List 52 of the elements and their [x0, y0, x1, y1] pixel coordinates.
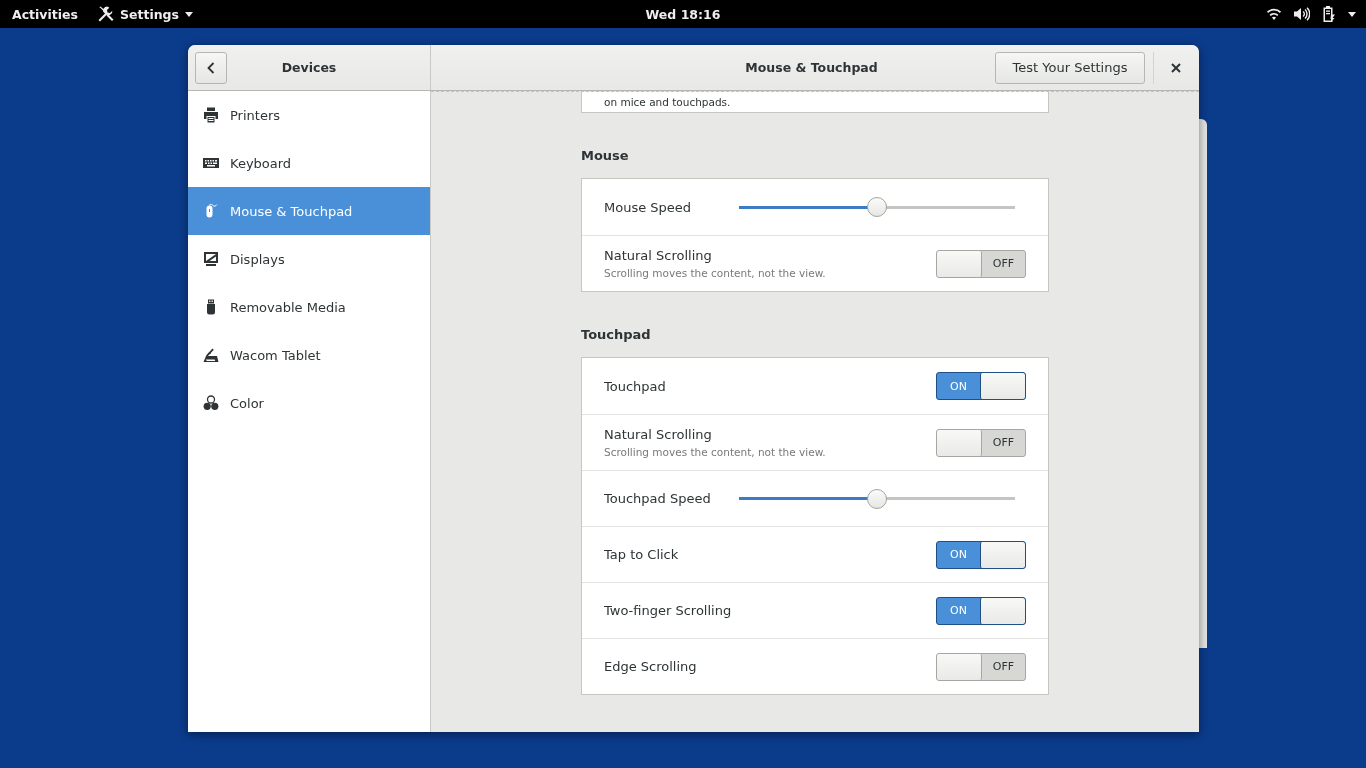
sidebar-item[interactable]: Displays — [188, 235, 430, 283]
setting-label: Two-finger Scrolling — [604, 603, 732, 618]
setting-description: Scrolling moves the content, not the view. — [604, 267, 826, 279]
system-menu[interactable] — [1267, 3, 1356, 25]
window-title: Mouse & Touchpad — [745, 60, 878, 75]
back-button[interactable] — [195, 51, 227, 84]
battery-icon — [1323, 6, 1335, 22]
tools-icon — [97, 6, 114, 22]
monitor-icon — [203, 251, 219, 267]
setting-label: Mouse Speed — [604, 199, 692, 215]
printer-icon — [203, 107, 219, 123]
sidebar-item[interactable]: Color — [188, 379, 430, 427]
app-menu[interactable]: Settings — [97, 3, 193, 25]
setting-label: Natural Scrolling — [604, 427, 712, 442]
wifi-icon — [1267, 8, 1281, 20]
toggle-switch[interactable]: OFF — [936, 652, 1026, 681]
sidebar-item[interactable]: Keyboard — [188, 139, 430, 187]
setting-label: Touchpad Speed — [604, 491, 711, 506]
setting-label: Tap to Click — [604, 547, 679, 562]
section-heading: Mouse — [581, 147, 629, 165]
toggle-switch[interactable]: OFF — [936, 249, 1026, 278]
switch-knob — [937, 653, 982, 680]
caret-down-icon — [185, 11, 193, 17]
switch-knob — [937, 250, 982, 277]
keyboard-icon — [203, 155, 219, 171]
sidebar-item[interactable]: Printers — [188, 91, 430, 139]
panel-title: Devices — [281, 60, 337, 75]
mouse-icon — [203, 203, 219, 219]
setting-description: Scrolling moves the content, not the view. — [604, 446, 826, 458]
clock[interactable]: Wed 18:16 — [645, 3, 721, 25]
setting-label: Edge Scrolling — [604, 659, 697, 674]
description-text: on mice and touchpads. — [604, 96, 731, 108]
switch-knob — [980, 373, 1025, 399]
setting-label: Natural Scrolling — [604, 248, 712, 263]
color-circles-icon — [203, 395, 219, 411]
caret-down-icon — [1348, 11, 1356, 17]
toggle-switch[interactable]: OFF — [936, 428, 1026, 457]
switch-knob — [980, 541, 1025, 568]
drawing-tablet-icon — [203, 347, 219, 363]
switch-knob — [937, 429, 982, 456]
switch-knob — [980, 597, 1025, 624]
speaker-volume-icon — [1294, 7, 1310, 21]
test-settings-button[interactable]: Test Your Settings — [995, 51, 1145, 84]
slider-thumb[interactable] — [867, 488, 887, 509]
setting-label: Touchpad — [604, 378, 666, 394]
chevron-left-icon — [207, 61, 215, 74]
sidebar-item[interactable]: Wacom Tablet — [188, 331, 430, 379]
close-icon — [1171, 62, 1181, 73]
section-heading: Touchpad — [581, 326, 651, 344]
sidebar-item[interactable]: Removable Media — [188, 283, 430, 331]
slider-thumb[interactable] — [867, 197, 887, 217]
activities-button[interactable]: Activities — [12, 3, 78, 25]
